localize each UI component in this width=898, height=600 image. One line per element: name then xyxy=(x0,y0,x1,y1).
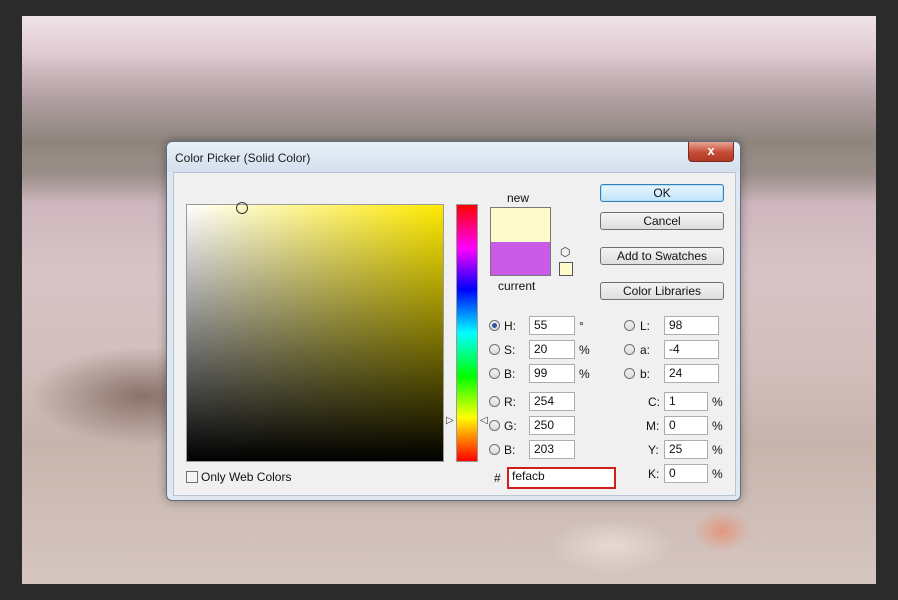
ok-button[interactable]: OK xyxy=(600,184,724,202)
hex-input[interactable]: fefacb xyxy=(507,467,616,489)
r-label: R: xyxy=(504,395,516,409)
hue-slider-right-handle-icon[interactable]: ◁ xyxy=(480,415,488,426)
m-input[interactable]: 0 xyxy=(664,416,708,435)
a-label: a: xyxy=(640,343,651,357)
a-radio[interactable] xyxy=(624,344,635,355)
h-label: H: xyxy=(504,319,516,333)
hue-slider[interactable] xyxy=(456,204,478,462)
m-label: M: xyxy=(646,419,660,433)
y-label: Y: xyxy=(648,443,659,457)
lab-b-radio[interactable] xyxy=(624,368,635,379)
close-button[interactable]: x xyxy=(688,142,734,162)
cancel-button[interactable]: Cancel xyxy=(600,212,724,230)
a-input[interactable]: -4 xyxy=(664,340,719,359)
k-unit: % xyxy=(712,467,723,481)
s-unit: % xyxy=(579,343,590,357)
only-web-colors-checkbox[interactable] xyxy=(186,471,198,483)
dialog-body: ▷ ◁ new current ⬡ OK Cancel Add to Swatc… xyxy=(173,172,736,496)
hex-label: # xyxy=(494,471,501,485)
brightness-input[interactable]: 99 xyxy=(529,364,575,383)
g-radio[interactable] xyxy=(489,420,500,431)
blue-input[interactable]: 203 xyxy=(529,440,575,459)
l-input[interactable]: 98 xyxy=(664,316,719,335)
l-radio[interactable] xyxy=(624,320,635,331)
hue-slider-left-handle-icon[interactable]: ▷ xyxy=(446,415,454,426)
g-input[interactable]: 250 xyxy=(529,416,575,435)
y-input[interactable]: 25 xyxy=(664,440,708,459)
s-input[interactable]: 20 xyxy=(529,340,575,359)
blue-radio[interactable] xyxy=(489,444,500,455)
c-unit: % xyxy=(712,395,723,409)
add-to-swatches-button[interactable]: Add to Swatches xyxy=(600,247,724,265)
r-input[interactable]: 254 xyxy=(529,392,575,411)
lab-b-input[interactable]: 24 xyxy=(664,364,719,383)
s-label: S: xyxy=(504,343,516,357)
s-radio[interactable] xyxy=(489,344,500,355)
c-label: C: xyxy=(648,395,660,409)
gamut-color-swatch[interactable] xyxy=(559,262,573,276)
current-color-swatch[interactable] xyxy=(490,242,551,276)
dialog-title: Color Picker (Solid Color) xyxy=(175,151,311,165)
color-selector-circle[interactable] xyxy=(236,202,248,214)
h-input[interactable]: 55 xyxy=(529,316,575,335)
color-picker-dialog: Color Picker (Solid Color) x ▷ ◁ new cur… xyxy=(166,141,741,501)
gamut-cube-icon[interactable]: ⬡ xyxy=(560,245,570,259)
brightness-radio[interactable] xyxy=(489,368,500,379)
m-unit: % xyxy=(712,419,723,433)
color-libraries-button[interactable]: Color Libraries xyxy=(600,282,724,300)
y-unit: % xyxy=(712,443,723,457)
r-radio[interactable] xyxy=(489,396,500,407)
lab-b-label: b: xyxy=(640,367,651,381)
blue-label: B: xyxy=(504,443,516,457)
only-web-colors-label[interactable]: Only Web Colors xyxy=(201,470,291,484)
h-radio[interactable] xyxy=(489,320,500,331)
new-color-swatch xyxy=(490,207,551,243)
brightness-unit: % xyxy=(579,367,590,381)
current-label: current xyxy=(498,279,536,293)
l-label: L: xyxy=(640,319,651,333)
k-input[interactable]: 0 xyxy=(664,464,708,483)
new-label: new xyxy=(507,191,530,205)
k-label: K: xyxy=(648,467,660,481)
title-bar[interactable]: Color Picker (Solid Color) x xyxy=(167,142,740,172)
brightness-label: B: xyxy=(504,367,516,381)
c-input[interactable]: 1 xyxy=(664,392,708,411)
g-label: G: xyxy=(504,419,517,433)
saturation-brightness-field[interactable] xyxy=(186,202,444,462)
h-unit: ° xyxy=(579,319,584,333)
